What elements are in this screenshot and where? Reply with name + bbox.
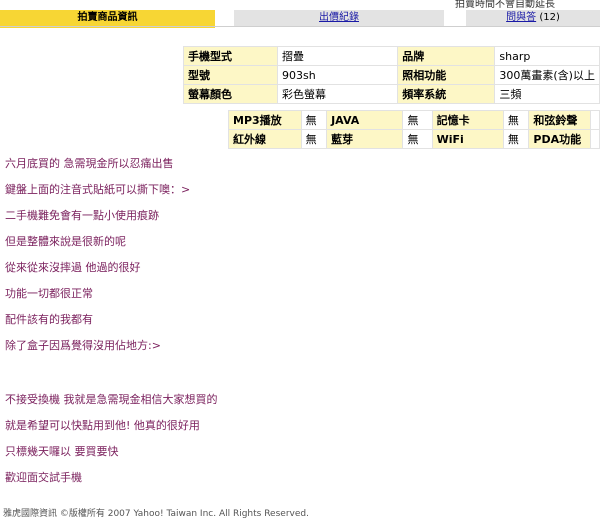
spec-label: 品牌: [397, 46, 496, 66]
spec-label: 照相功能: [397, 65, 496, 85]
feature-row: MP3播放 無 JAVA 無 記憶卡 無 和弦鈴聲: [228, 110, 600, 130]
description-line: 就是希望可以快點用到他! 他真的很好用: [5, 419, 200, 432]
feature-value: 無: [402, 110, 433, 130]
tab-bar: 拍賣商品資訊 出價紀錄 問與答 (12): [0, 10, 600, 28]
auction-time-note: 拍賣時間不會自動延長: [455, 0, 555, 10]
description-line: 歡迎面交試手機: [5, 471, 82, 484]
spec-value: 300萬畫素(含)以上: [494, 65, 600, 85]
spec-value: 彩色螢幕: [276, 84, 399, 104]
feature-value: [589, 129, 600, 149]
spec-label: 型號: [183, 65, 278, 85]
feature-label: 記憶卡: [431, 110, 504, 130]
item-description: 六月底買的 急需現金所以忍痛出售 鍵盤上面的注音式貼紙可以撕下噢：> 二手機難免…: [5, 156, 565, 496]
spec-value: 903sh: [276, 65, 399, 85]
feature-value: 無: [502, 129, 530, 149]
tab-qa-count: (12): [539, 12, 560, 23]
spec-value: 摺疊: [276, 46, 399, 66]
description-line: 不接受換機 我就是急需現金相信大家想買的: [5, 393, 218, 406]
spec-label: 手機型式: [183, 46, 278, 66]
feature-label: JAVA: [326, 110, 404, 130]
feature-value: 無: [300, 110, 328, 130]
tab-qa-label[interactable]: 問與答: [506, 12, 536, 23]
feature-value: 無: [402, 129, 433, 149]
feature-label: 和弦鈴聲: [528, 110, 591, 130]
spec-label: 螢幕顏色: [183, 84, 278, 104]
spec-table-features: MP3播放 無 JAVA 無 記憶卡 無 和弦鈴聲 紅外線 無 藍芽 無 WiF…: [228, 110, 600, 149]
description-line: 從來從來沒摔過 他過的很好: [5, 261, 141, 274]
description-line: 六月底買的 急需現金所以忍痛出售: [5, 157, 174, 170]
feature-label: PDA功能: [528, 129, 591, 149]
feature-label: 藍芽: [326, 129, 404, 149]
feature-value: 無: [300, 129, 328, 149]
spec-label: 頻率系統: [397, 84, 496, 104]
description-line: 二手機難免會有一點小使用痕跡: [5, 209, 159, 222]
spec-value: 三頻: [494, 84, 600, 104]
description-line: 除了盒子因爲覺得沒用佔地方:>: [5, 339, 161, 352]
tab-divider: [0, 26, 600, 27]
spec-row: 螢幕顏色 彩色螢幕 頻率系統 三頻: [183, 84, 600, 104]
description-line: 只標幾天囉以 要買要快: [5, 445, 119, 458]
tab-questions-answers[interactable]: 問與答 (12): [466, 10, 600, 26]
spec-value: sharp: [494, 46, 600, 66]
feature-row: 紅外線 無 藍芽 無 WiFi 無 PDA功能: [228, 129, 600, 149]
description-line: 配件該有的我都有: [5, 313, 93, 326]
feature-label: WiFi: [431, 129, 504, 149]
feature-label: 紅外線: [228, 129, 302, 149]
feature-value: [589, 110, 600, 130]
description-line: 但是整體來說是很新的呢: [5, 235, 126, 248]
tab-bid-history[interactable]: 出價紀錄: [234, 10, 444, 26]
feature-value: 無: [502, 110, 530, 130]
description-line: 鍵盤上面的注音式貼紙可以撕下噢：>: [5, 183, 191, 196]
feature-label: MP3播放: [228, 110, 302, 130]
spec-table-basic: 手機型式 摺疊 品牌 sharp 型號 903sh 照相功能 300萬畫素(含)…: [183, 46, 600, 104]
spec-row: 型號 903sh 照相功能 300萬畫素(含)以上: [183, 65, 600, 85]
description-line: 功能一切都很正常: [5, 287, 93, 300]
copyright-footer: 雅虎國際資訊 ©版權所有 2007 Yahoo! Taiwan Inc. All…: [3, 509, 309, 519]
spec-row: 手機型式 摺疊 品牌 sharp: [183, 46, 600, 66]
